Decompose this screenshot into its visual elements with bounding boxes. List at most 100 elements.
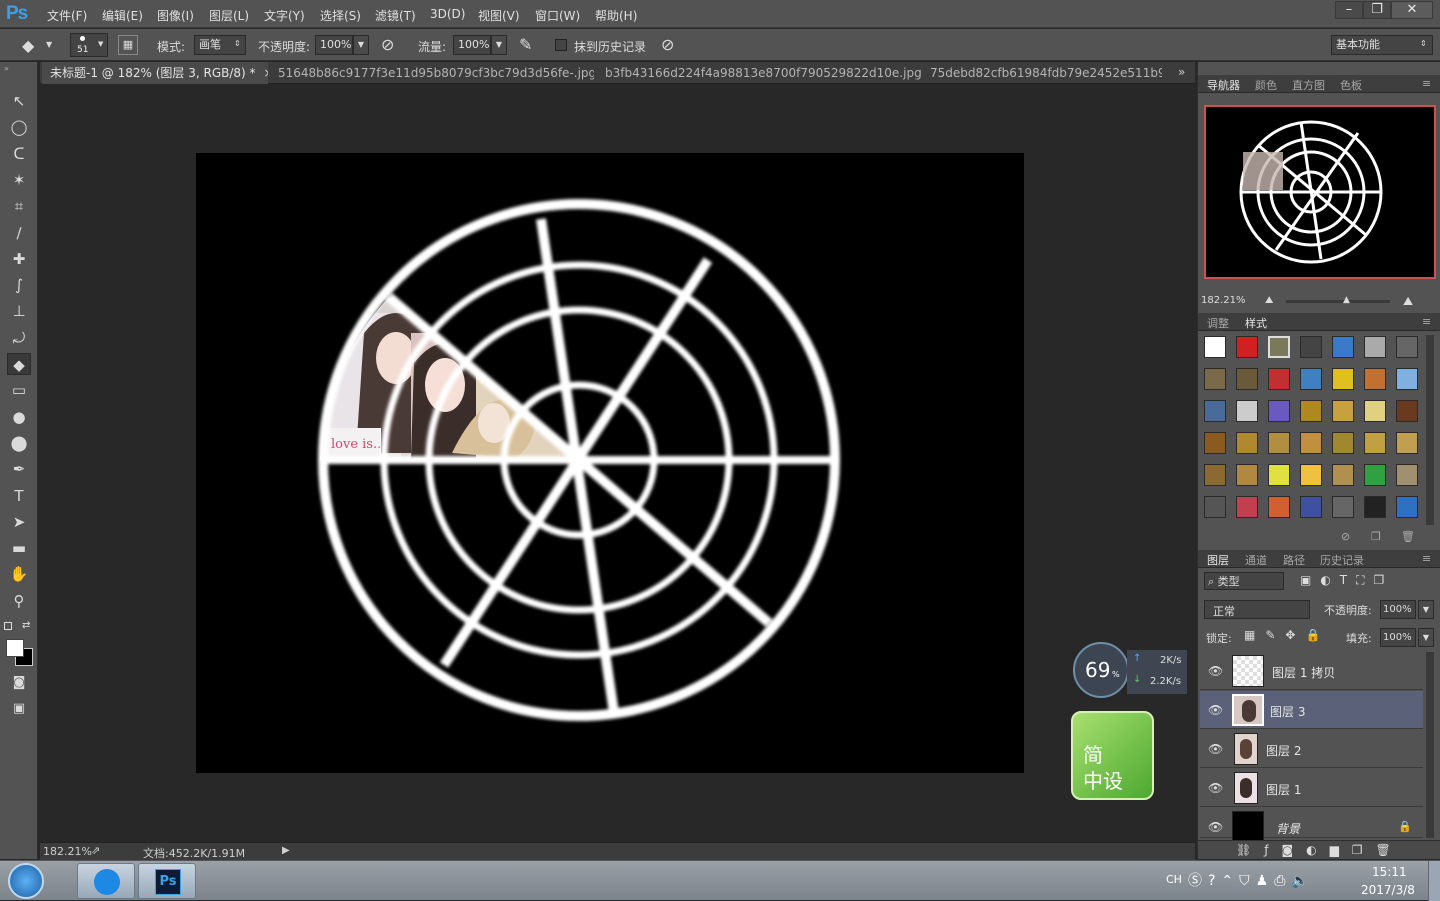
tab-adjustments[interactable]: 调整: [1207, 315, 1229, 331]
brush-panel-toggle-icon[interactable]: ▦: [118, 35, 138, 55]
quick-mask-icon[interactable]: ◙: [7, 672, 31, 694]
brush-size-picker[interactable]: 51 ▼: [70, 33, 108, 57]
pressure-size-icon[interactable]: ⊘: [661, 35, 674, 54]
canvas[interactable]: love is...: [196, 153, 1024, 773]
path-selection-tool[interactable]: ➤: [7, 511, 31, 533]
export-icon[interactable]: ⇗: [91, 844, 100, 857]
tab-histogram[interactable]: 直方图: [1292, 77, 1325, 93]
close-window-button[interactable]: ✕: [1391, 1, 1433, 19]
style-swatch[interactable]: [1396, 464, 1418, 486]
style-swatch[interactable]: [1236, 496, 1258, 518]
tab-layers[interactable]: 图层: [1207, 552, 1229, 568]
move-tool[interactable]: ↖: [7, 90, 31, 112]
style-swatch[interactable]: [1268, 432, 1290, 454]
clock-date[interactable]: 2017/3/8: [1361, 883, 1415, 897]
style-swatch[interactable]: [1236, 464, 1258, 486]
flow-input[interactable]: 100%: [453, 35, 491, 55]
workspace-select[interactable]: 基本功能: [1331, 35, 1433, 55]
zoom-slider-handle[interactable]: ▲: [1343, 295, 1350, 305]
layer-row-layer2[interactable]: 👁 图层 2: [1200, 730, 1423, 768]
style-swatch[interactable]: [1204, 400, 1226, 422]
style-swatch[interactable]: [1300, 432, 1322, 454]
style-swatch[interactable]: [1364, 464, 1386, 486]
opacity-dropdown[interactable]: ▼: [353, 35, 369, 55]
show-desktop-button[interactable]: [1428, 861, 1440, 901]
style-swatch[interactable]: [1364, 400, 1386, 422]
close-icon[interactable]: ×: [264, 66, 268, 80]
speed-widget[interactable]: 69 %: [1073, 642, 1129, 698]
eraser-preset-icon[interactable]: ◆: [22, 36, 34, 55]
style-swatch[interactable]: [1236, 368, 1258, 390]
tab-jpg-2[interactable]: b3fb43166d224f4a98813e8700f790529822d10e…: [597, 62, 921, 84]
zoom-in-icon[interactable]: ⛰: [1403, 294, 1413, 309]
tab-navigator[interactable]: 导航器: [1207, 77, 1240, 93]
style-swatch[interactable]: [1300, 496, 1322, 518]
taskbar-app-browser[interactable]: [77, 863, 135, 899]
tab-history[interactable]: 历史记录: [1320, 552, 1364, 568]
foreground-color-swatch[interactable]: [6, 639, 24, 657]
opacity-input[interactable]: 100%: [315, 35, 353, 55]
zoom-tool[interactable]: ⚲: [7, 590, 31, 612]
zoom-slider[interactable]: [1286, 300, 1390, 303]
fill-dropdown[interactable]: ▼: [1418, 628, 1434, 647]
blend-mode-select[interactable]: 正常: [1204, 600, 1310, 619]
fill-input[interactable]: 100%: [1380, 628, 1416, 647]
style-swatch[interactable]: [1300, 464, 1322, 486]
clear-style-icon[interactable]: ⊘: [1341, 530, 1350, 543]
eye-icon[interactable]: 👁: [1208, 742, 1223, 756]
layer-row-layer1[interactable]: 👁 图层 1: [1200, 769, 1423, 807]
navigator-zoom[interactable]: 182.21%: [1201, 295, 1246, 306]
layer-row-layer1-copy[interactable]: 👁 图层 1 拷贝: [1200, 652, 1423, 690]
style-swatch[interactable]: [1396, 336, 1418, 358]
layer-filter-icons[interactable]: ▣◐T⛶❐: [1300, 573, 1393, 588]
pen-tool[interactable]: ✒: [7, 458, 31, 480]
menu-view[interactable]: 视图(V): [478, 7, 520, 24]
airbrush-icon[interactable]: ✎: [519, 35, 532, 54]
healing-brush-tool[interactable]: ✚: [7, 248, 31, 270]
status-zoom[interactable]: 182.21%: [43, 845, 92, 858]
pressure-opacity-icon[interactable]: ⊘: [381, 35, 394, 54]
rectangle-tool[interactable]: ▬: [7, 537, 31, 559]
style-swatch[interactable]: [1204, 336, 1226, 358]
style-swatch[interactable]: [1236, 400, 1258, 422]
flow-dropdown[interactable]: ▼: [491, 35, 507, 55]
style-swatch[interactable]: [1396, 368, 1418, 390]
hand-tool[interactable]: ✋: [7, 563, 31, 585]
style-swatch[interactable]: [1236, 432, 1258, 454]
style-swatch[interactable]: [1204, 432, 1226, 454]
panel-menu-icon[interactable]: ≡: [1422, 77, 1431, 90]
menu-help[interactable]: 帮助(H): [595, 7, 637, 24]
zoom-out-icon[interactable]: ⛰: [1265, 295, 1273, 306]
lasso-tool[interactable]: ᑕ: [7, 143, 31, 165]
lock-icons[interactable]: ▦✎✥🔒: [1244, 628, 1330, 642]
layer-opacity-dropdown[interactable]: ▼: [1418, 600, 1434, 619]
history-brush-tool[interactable]: ⤾: [7, 327, 31, 349]
type-tool[interactable]: T: [7, 485, 31, 507]
style-swatch[interactable]: [1268, 496, 1290, 518]
menu-image[interactable]: 图像(I): [157, 7, 194, 24]
eraser-tool[interactable]: ◆: [7, 353, 31, 375]
tab-channels[interactable]: 通道: [1245, 552, 1267, 568]
style-swatch[interactable]: [1364, 496, 1386, 518]
clock-time[interactable]: 15:11: [1372, 865, 1407, 879]
menu-layer[interactable]: 图层(L): [209, 7, 249, 24]
style-swatch[interactable]: [1332, 464, 1354, 486]
ellipse-marquee-tool[interactable]: ◯: [7, 116, 31, 138]
erase-history-checkbox[interactable]: [555, 39, 567, 51]
restore-button[interactable]: ❐: [1363, 1, 1391, 19]
menu-window[interactable]: 窗口(W): [535, 7, 580, 24]
layer-row-background[interactable]: 👁 背景 🔒: [1200, 808, 1423, 843]
layer-opacity-input[interactable]: 100%: [1380, 600, 1416, 619]
delete-style-icon[interactable]: 🗑: [1401, 530, 1415, 543]
layers-footer-icons[interactable]: ⛓ƒ◙◐▆❐🗑: [1236, 843, 1404, 857]
eye-icon[interactable]: 👁: [1208, 820, 1223, 834]
style-swatch[interactable]: [1332, 432, 1354, 454]
eye-icon[interactable]: 👁: [1208, 664, 1223, 678]
style-swatch[interactable]: [1236, 336, 1258, 358]
gradient-tool[interactable]: ▭: [7, 379, 31, 401]
brush-tool[interactable]: ∫: [7, 274, 31, 296]
magic-wand-tool[interactable]: ✶: [7, 169, 31, 191]
style-swatch[interactable]: [1396, 432, 1418, 454]
tabs-overflow-icon[interactable]: »: [1178, 65, 1185, 79]
style-swatch[interactable]: [1204, 368, 1226, 390]
